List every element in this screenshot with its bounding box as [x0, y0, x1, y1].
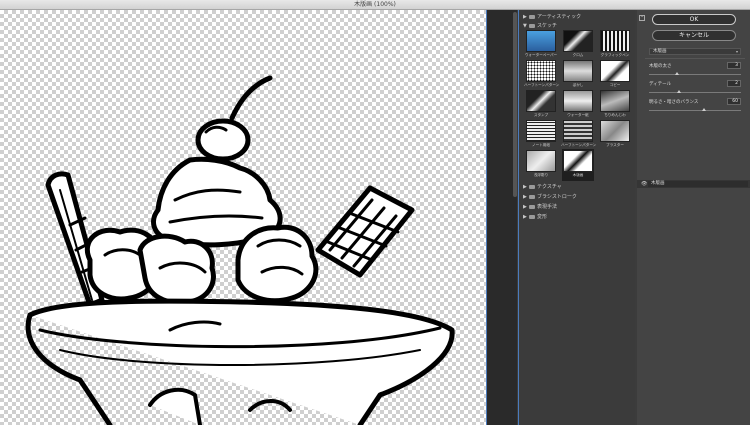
param-slider-knob[interactable]: [702, 108, 707, 111]
filter-gallery-window: 木版画 (100%) ▶ アーティスティック ▼ スケッチ ウォーターペーパー …: [0, 0, 750, 425]
chevron-down-icon: ▾: [735, 49, 738, 54]
filter-thumbnail[interactable]: ハーフトーンパターン: [561, 120, 597, 150]
divider: [645, 58, 745, 59]
filter-thumbnail-image: [600, 120, 630, 142]
filter-thumbnail-label: ハーフトーンパターン: [524, 83, 560, 87]
sundae-illustration: [25, 75, 455, 425]
filter-thumbnail[interactable]: 木版画: [562, 149, 594, 181]
param-slider-knob[interactable]: [674, 72, 679, 75]
category-sketch[interactable]: ▼ スケッチ: [523, 21, 631, 30]
filter-thumbnail-label: ハーフトーンパターン: [561, 143, 597, 147]
filter-thumbnail-label: スタンプ: [533, 113, 549, 117]
filter-thumbnail-image: [563, 30, 593, 52]
filter-thumbnail[interactable]: スタンプ: [526, 90, 556, 120]
preview-canvas[interactable]: [0, 10, 487, 425]
window-title: 木版画 (100%): [354, 1, 396, 8]
filter-thumbnail[interactable]: ハーフトーンパターン: [524, 60, 560, 90]
filter-thumbnail[interactable]: ノート用紙: [526, 120, 556, 150]
filter-thumbnail[interactable]: コピー: [600, 60, 630, 90]
category-texture[interactable]: ▶ テクスチャ: [523, 182, 631, 191]
param-label: ディテール: [649, 82, 672, 87]
effect-layer-name: 木版画: [651, 181, 665, 186]
filter-thumbnail-label: ノート用紙: [532, 143, 550, 147]
filter-thumbnail-image: [526, 90, 556, 112]
filter-thumbnail-label: 浅浮彫り: [533, 173, 549, 177]
filter-thumbnail-label: プラスター: [606, 143, 624, 147]
param-value-field[interactable]: 3: [727, 62, 741, 69]
param-row: 明るさ・暗さのバランス 60: [649, 98, 745, 117]
eye-icon[interactable]: 👁: [641, 180, 647, 188]
gallery-scrollbar[interactable]: [513, 12, 517, 197]
filter-thumbnail-label: クロム: [572, 53, 584, 57]
filter-thumbnail-image: [526, 150, 556, 172]
category-stylize[interactable]: ▶ 表現手法: [523, 202, 631, 211]
folder-icon: [529, 23, 535, 28]
category-distort[interactable]: ▶ 変形: [523, 212, 631, 221]
filter-thumbnail-label: ちりめんじわ: [604, 113, 626, 117]
filter-thumbnail-image: [563, 120, 593, 142]
param-label: 明るさ・暗さのバランス: [649, 100, 699, 105]
title-bar: 木版画 (100%): [0, 0, 750, 10]
filter-thumbnail-image: [563, 150, 593, 172]
ok-button[interactable]: OK: [652, 14, 736, 25]
filter-gallery-panel: ▶ アーティスティック ▼ スケッチ ウォーターペーパー クロム グラフィックペンハ…: [519, 10, 635, 425]
param-label: 木版の太さ: [649, 64, 672, 69]
cancel-button[interactable]: キャンセル: [652, 30, 736, 41]
param-value-field[interactable]: 2: [727, 80, 741, 87]
filter-thumbnail-image: [600, 90, 630, 112]
filter-thumbnail[interactable]: クロム: [563, 30, 593, 60]
param-slider-track[interactable]: [649, 74, 741, 75]
filter-thumbnail-image: [563, 60, 593, 82]
param-row: 木版の太さ 3: [649, 62, 745, 81]
folder-icon: [529, 184, 535, 189]
collapse-gallery-toggle[interactable]: ⌃: [639, 15, 645, 21]
param-row: ディテール 2: [649, 80, 745, 99]
filter-thumbnail-label: ウォーター紙: [567, 113, 589, 117]
filter-select-value: 木版画: [653, 49, 667, 54]
folder-icon: [529, 194, 535, 199]
filter-thumbnail[interactable]: ちりめんじわ: [600, 90, 630, 120]
filter-thumbnail[interactable]: プラスター: [600, 120, 630, 150]
filter-thumbnail-image: [526, 60, 556, 82]
filter-thumbnail-image: [600, 30, 630, 52]
filter-thumbnail-image: [526, 30, 556, 52]
filter-thumbnail-label: コピー: [609, 83, 621, 87]
filter-select[interactable]: 木版画 ▾: [649, 48, 741, 55]
filter-thumbnail-image: [563, 90, 593, 112]
category-artistic[interactable]: ▶ アーティスティック: [523, 12, 631, 21]
filter-thumbnail-label: ウォーターペーパー: [524, 53, 558, 57]
filter-thumbnail[interactable]: グラフィックペン: [600, 30, 630, 60]
settings-panel: ⌃ OK キャンセル 木版画 ▾ 木版の太さ 3 ディテール 2 明るさ・暗さのバランス…: [637, 10, 750, 425]
filter-thumbnail[interactable]: ウォーター紙: [563, 90, 593, 120]
effect-layer-row[interactable]: 👁 木版画: [637, 180, 750, 188]
filter-thumbnail-label: 木版画: [572, 173, 584, 177]
filter-thumbnail[interactable]: 浅浮彫り: [526, 150, 556, 180]
folder-icon: [529, 214, 535, 219]
filter-thumbnail[interactable]: ウォーターペーパー: [524, 30, 558, 60]
category-brush-strokes[interactable]: ▶ ブラシストローク: [523, 192, 631, 201]
filter-thumbnail-image: [526, 120, 556, 142]
filter-thumbnail-label: グラフィックペン: [600, 53, 630, 57]
param-slider-track[interactable]: [649, 92, 741, 93]
param-slider-track[interactable]: [649, 110, 741, 111]
param-slider-knob[interactable]: [677, 90, 682, 93]
folder-icon: [529, 204, 535, 209]
filter-thumbnail[interactable]: ぼかし: [563, 60, 593, 90]
param-value-field[interactable]: 60: [727, 98, 741, 105]
filter-thumbnail-image: [600, 60, 630, 82]
folder-icon: [529, 14, 535, 19]
filter-thumbnail-label: ぼかし: [572, 83, 584, 87]
